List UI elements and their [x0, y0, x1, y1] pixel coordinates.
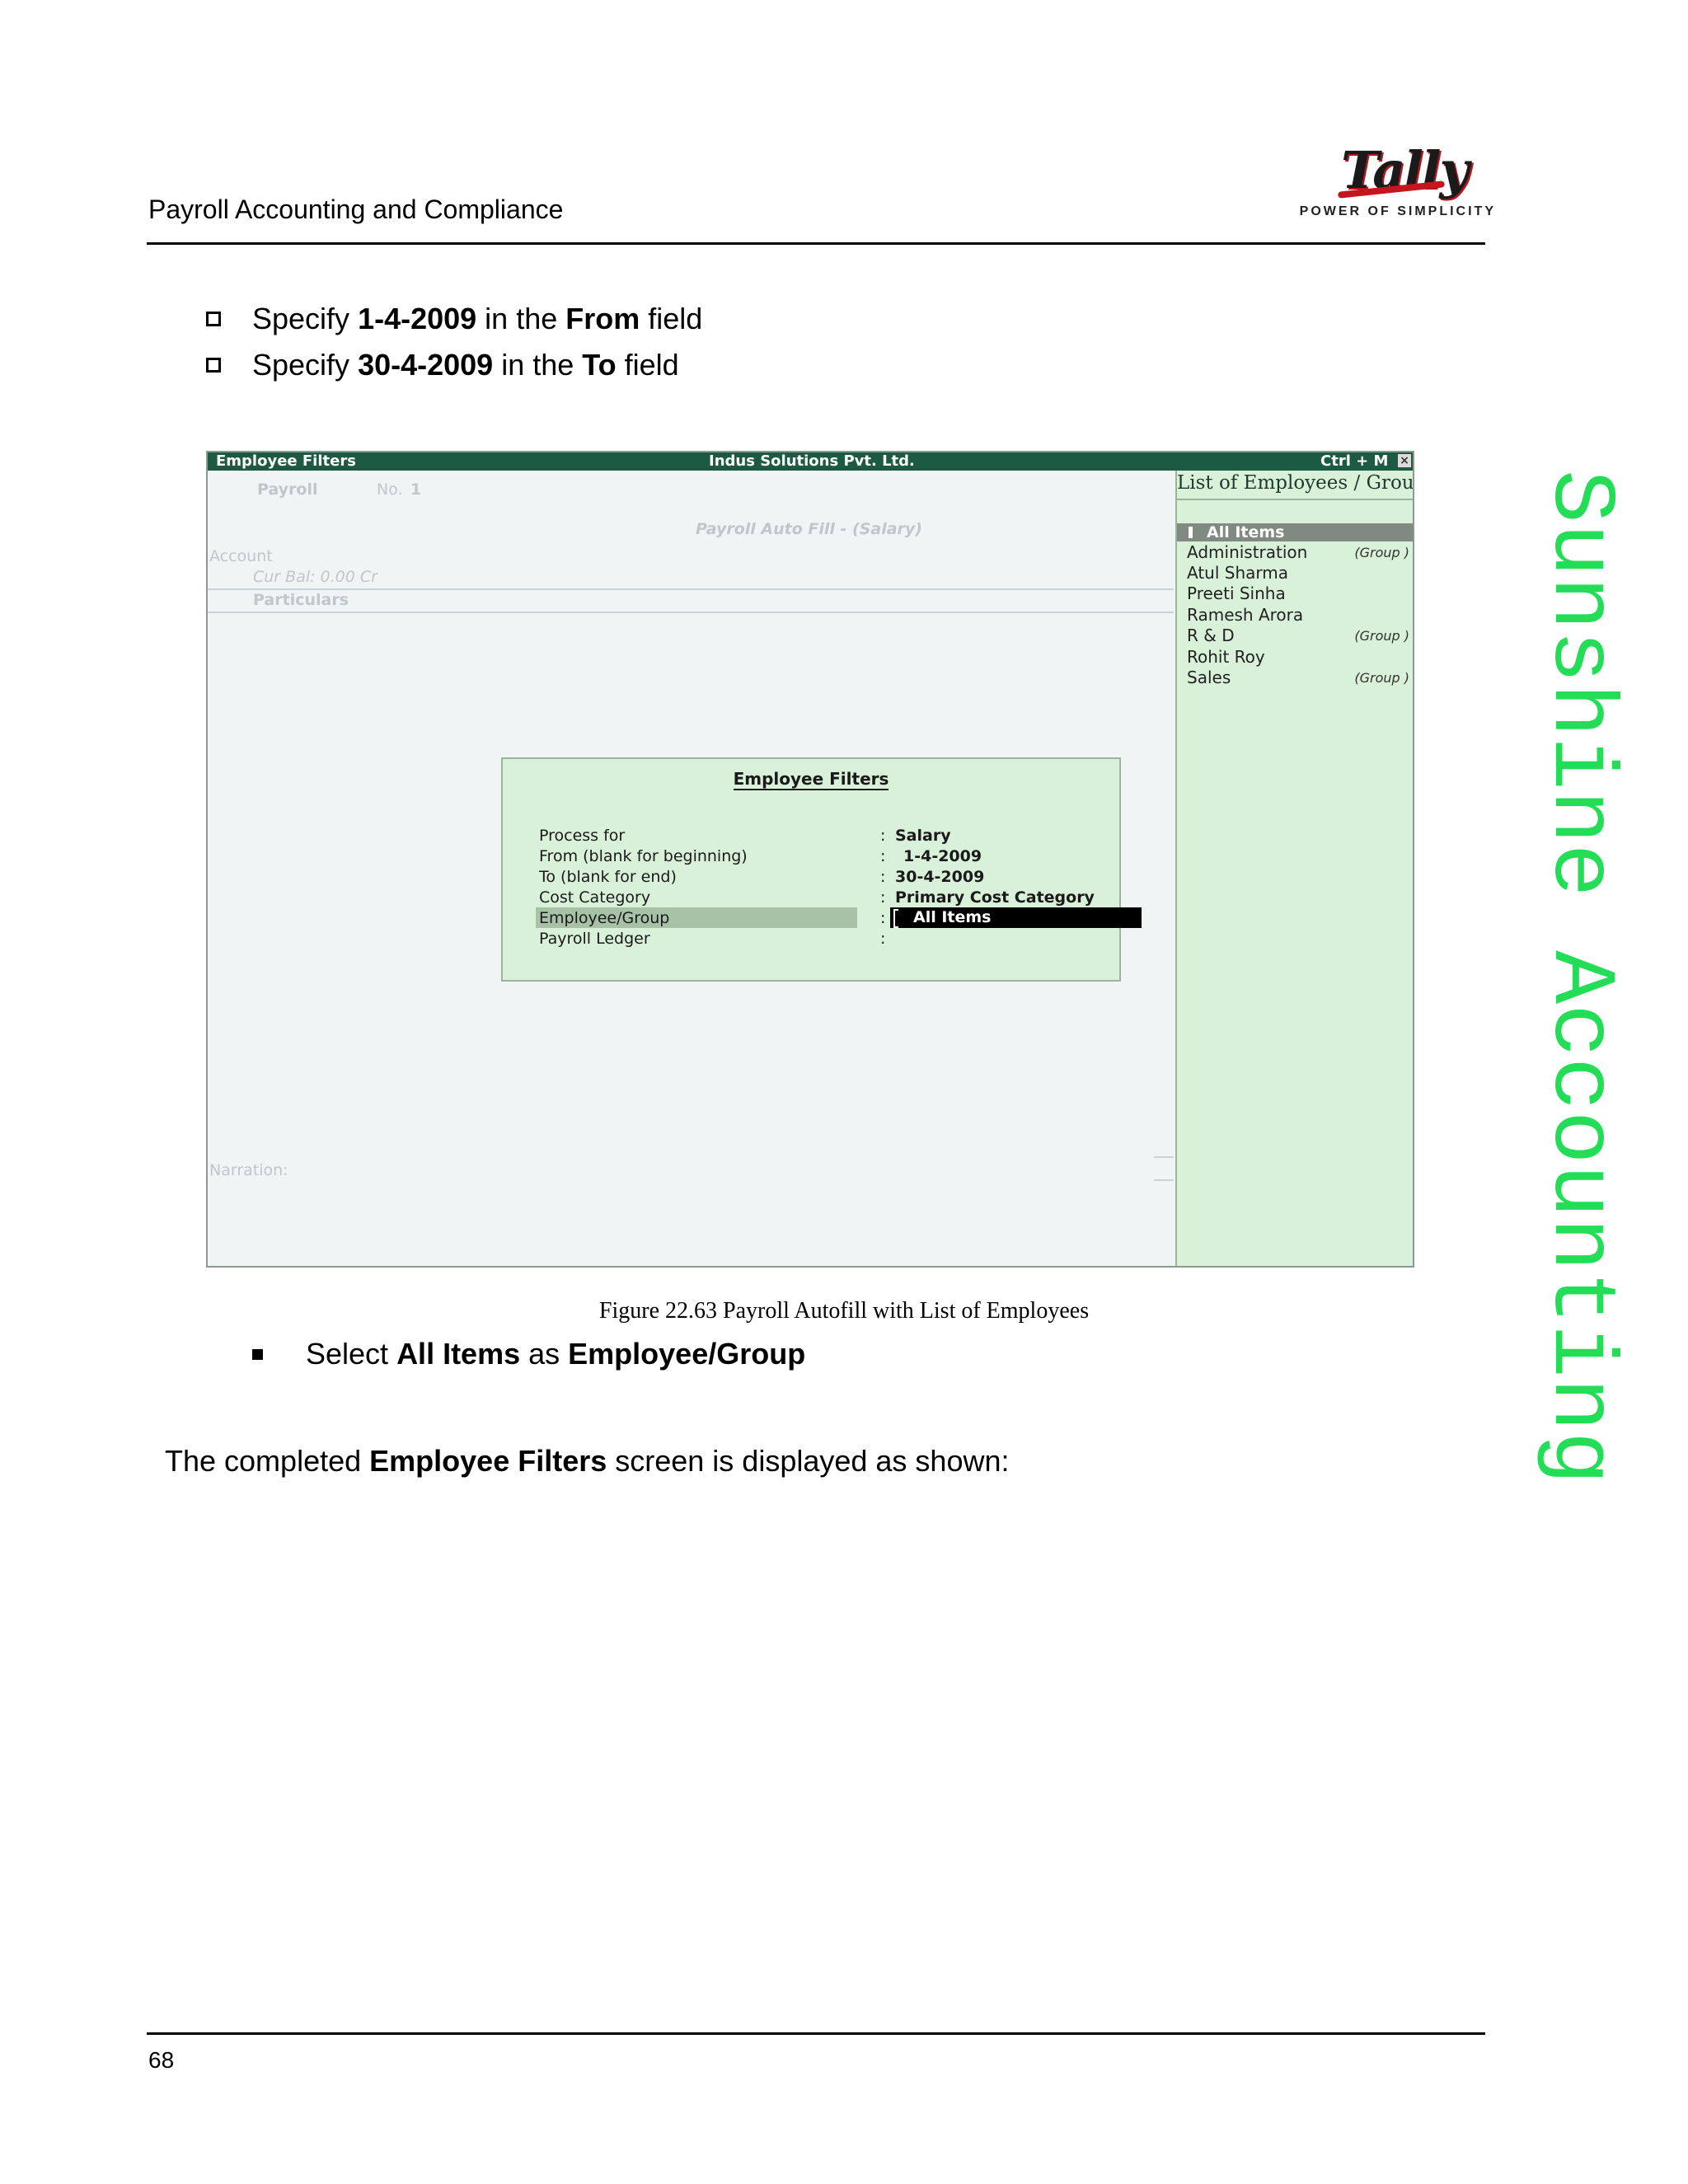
list-item-label: All Items	[1207, 523, 1285, 541]
divider	[1154, 1156, 1174, 1158]
company-name: Indus Solutions Pvt. Ltd.	[709, 452, 915, 470]
selection-marker-icon	[1189, 527, 1193, 538]
list-title: List of Employees / Group	[1177, 472, 1413, 500]
group-tag: (Group )	[1354, 670, 1409, 686]
filter-row-cost-category[interactable]: Cost Category : Primary Cost Category	[536, 887, 1113, 907]
group-tag: (Group )	[1354, 545, 1409, 560]
field-label: Payroll Ledger	[539, 930, 650, 948]
filter-row-payroll-ledger[interactable]: Payroll Ledger :	[536, 928, 1113, 949]
list-item-selected[interactable]: All Items	[1177, 523, 1413, 541]
divider	[208, 612, 1174, 613]
bullet-item: Specify 1-4-2009 in the From field	[206, 302, 702, 336]
field-value: Salary	[895, 827, 951, 845]
filter-row-to[interactable]: To (blank for end) : 30-4-2009	[536, 866, 1113, 887]
list-item[interactable]: Ramesh Arora	[1187, 605, 1303, 625]
watermark-text: Sunshine Accounting	[1529, 470, 1629, 1484]
close-icon[interactable]: ×	[1398, 454, 1411, 467]
employee-list-panel: List of Employees / Group All Items Admi…	[1175, 471, 1413, 1266]
figure-caption: Figure 22.63 Payroll Autofill with List …	[598, 1298, 1090, 1324]
group-tag: (Group )	[1354, 628, 1409, 644]
window-titlebar: Employee Filters Indus Solutions Pvt. Lt…	[208, 452, 1413, 471]
bullet-text: Select All Items as Employee/Group	[306, 1337, 806, 1371]
employee-group-input[interactable]: All Items	[890, 907, 1142, 928]
watermark-graphic: Sunshine Accounting	[1529, 470, 1629, 1484]
field-value: 1-4-2009	[903, 847, 982, 865]
watermark: Sunshine Accounting	[1523, 470, 1655, 1706]
list-item[interactable]: R & D	[1187, 626, 1235, 645]
hollow-square-bullet-icon	[206, 358, 221, 373]
field-label: Cost Category	[539, 888, 651, 907]
field-value: Primary Cost Category	[895, 888, 1095, 907]
current-balance: Cur Bal: 0.00 Cr	[253, 568, 377, 586]
filter-row-process-for[interactable]: Process for : Salary	[536, 825, 1113, 846]
employee-filters-dialog: Employee Filters Process for : Salary Fr…	[501, 757, 1142, 982]
dialog-title: Employee Filters	[733, 769, 889, 790]
account-label: Account	[209, 547, 273, 565]
hollow-square-bullet-icon	[206, 312, 221, 326]
list-item[interactable]: Preeti Sinha	[1187, 583, 1286, 603]
narration-label: Narration:	[209, 1161, 288, 1179]
voucher-no-label: No.	[377, 480, 403, 499]
tally-screenshot: Employee Filters Indus Solutions Pvt. Lt…	[206, 451, 1414, 1268]
page-header-title: Payroll Accounting and Compliance	[148, 194, 564, 224]
divider	[1154, 1179, 1174, 1181]
bullet-item: Specify 30-4-2009 in the To field	[206, 348, 679, 382]
autofill-heading: Payroll Auto Fill - (Salary)	[696, 520, 922, 538]
page-number: 68	[148, 2047, 175, 2073]
field-label: From (blank for beginning)	[539, 847, 748, 865]
field-label: Employee/Group	[539, 909, 670, 927]
bullet-text: Specify 1-4-2009 in the From field	[252, 302, 703, 335]
filter-row-from[interactable]: From (blank for beginning) : 1-4-2009	[536, 846, 1113, 866]
field-label: Process for	[539, 827, 626, 845]
list-item[interactable]: Sales	[1187, 668, 1231, 687]
header-divider	[147, 242, 1485, 245]
bullet-item: Select All Items as Employee/Group	[252, 1337, 805, 1371]
logo-tagline: POWER OF SIMPLICITY	[1299, 204, 1496, 218]
shortcut-hint: Ctrl + M	[1320, 452, 1389, 470]
field-value: All Items	[913, 908, 992, 926]
particulars-header: Particulars	[253, 591, 349, 609]
solid-square-bullet-icon	[252, 1348, 263, 1360]
window-title: Employee Filters	[216, 452, 356, 470]
divider	[208, 588, 1174, 590]
tally-logo: Tally POWER OF SIMPLICITY	[1298, 140, 1496, 223]
field-label: To (blank for end)	[539, 868, 677, 886]
list-item[interactable]: Administration	[1187, 542, 1307, 562]
filter-row-employee-group[interactable]: Employee/Group : All Items	[536, 907, 1142, 928]
text-cursor-icon	[893, 909, 898, 928]
field-value: 30-4-2009	[895, 868, 985, 886]
footer-divider	[147, 2032, 1485, 2035]
voucher-type: Payroll	[257, 480, 318, 499]
voucher-no-value: 1	[410, 480, 422, 499]
bullet-text: Specify 30-4-2009 in the To field	[252, 348, 679, 382]
list-item[interactable]: Rohit Roy	[1187, 647, 1265, 667]
list-item[interactable]: Atul Sharma	[1187, 563, 1288, 583]
body-paragraph: The completed Employee Filters screen is…	[165, 1444, 1010, 1478]
